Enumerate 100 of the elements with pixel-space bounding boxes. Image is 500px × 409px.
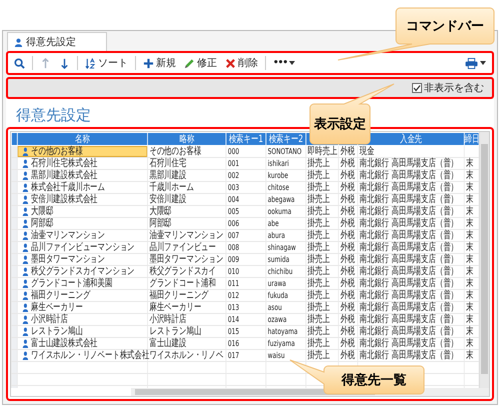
table-cell: 南北銀行 高田馬場支店（普）	[360, 350, 458, 361]
name-cell[interactable]: 油壷マリンマンション	[17, 230, 148, 242]
name-cell[interactable]: 石狩川住宅株式会社	[17, 158, 148, 170]
table-cell: 掛売上	[308, 254, 330, 265]
table-cell: 011	[228, 279, 240, 288]
table-cell: 掛売上	[308, 314, 330, 325]
name-cell[interactable]: 阿部邸	[17, 218, 148, 230]
table-cell: asou	[268, 303, 282, 312]
customer-name: レストラン鳩山	[30, 326, 83, 337]
table-cell: 富士山建設	[149, 338, 186, 349]
table-cell: 003	[228, 183, 240, 192]
table-cell: その他のお客様	[149, 146, 202, 157]
table-cell: waisu	[268, 351, 285, 360]
table-cell: 末	[466, 338, 474, 349]
table-cell: 002	[228, 171, 240, 180]
table-cell: 掛売上	[308, 350, 330, 361]
table-cell: 外税	[340, 266, 356, 277]
customer-name: 阿部邸	[30, 218, 54, 229]
table-cell: 外税	[340, 278, 356, 289]
sort-button[interactable]: ソート	[81, 54, 132, 72]
customer-name: 株式会社千歳川ホーム	[30, 182, 105, 193]
table-cell: 掛売上	[308, 242, 330, 253]
table-cell: 南北銀行 高田馬場支店（普）	[360, 290, 458, 301]
table-cell: 外税	[340, 182, 356, 193]
callout-label: コマンドバー	[405, 18, 485, 36]
name-cell[interactable]: 品川ファインビューマンション	[17, 242, 148, 254]
table-cell: urawa	[268, 279, 286, 288]
table-cell: 南北銀行 高田馬場支店（普）	[360, 278, 458, 289]
table-cell: 000	[228, 147, 240, 156]
name-cell[interactable]: 株式会社千歳川ホーム	[17, 182, 148, 194]
table-cell: ワイスホルン・リノベ	[149, 350, 224, 361]
column-header[interactable]: 略称	[148, 132, 226, 146]
checkbox-label[interactable]: 非表示を含む	[424, 81, 484, 95]
table-cell: 掛売上	[308, 158, 330, 169]
table-cell: 末	[466, 290, 474, 301]
name-cell[interactable]: 富士山建設株式会社	[17, 338, 148, 350]
table-cell: 012	[228, 291, 240, 300]
delete-button[interactable]: 削除	[221, 54, 262, 72]
table-cell: 009	[228, 255, 240, 264]
table-cell: 008	[228, 243, 240, 252]
table-cell: 外税	[340, 218, 356, 229]
table-cell: 掛売上	[308, 266, 330, 277]
table-cell: 即時売上	[308, 146, 338, 157]
table-cell: 末	[466, 254, 474, 265]
customer-name: 墨田タワーマンション	[30, 254, 105, 265]
new-button[interactable]: 新規	[139, 54, 180, 72]
table-cell: 外税	[340, 170, 356, 181]
table-cell: 安倍川建設	[149, 194, 186, 205]
table-cell: 小沢時計店	[149, 314, 186, 325]
table-cell: chitose	[268, 183, 290, 192]
table-cell: 掛売上	[308, 326, 330, 337]
table-cell: 福田クリーニング	[149, 290, 209, 301]
column-header[interactable]: 検索キー2	[266, 132, 306, 146]
customer-name: 油壷マリンマンション	[30, 230, 105, 241]
table-cell: 外税	[340, 242, 356, 253]
name-cell[interactable]: 黒部川建設株式会社	[17, 170, 148, 182]
table-cell: グランドコート浦和	[149, 278, 216, 289]
table-cell: fuziyama	[268, 339, 295, 348]
table-cell: 外税	[340, 194, 356, 205]
table-cell: 外税	[340, 314, 356, 325]
name-cell[interactable]: 大隈邸	[17, 206, 148, 218]
more-button[interactable]: •••	[269, 54, 300, 72]
table-cell: SONOTANO	[268, 147, 302, 156]
page-title: 得意先設定	[16, 106, 91, 125]
name-cell[interactable]: 麻生ベーカリー	[17, 302, 148, 314]
table-cell: 末	[466, 326, 474, 337]
table-cell: 015	[228, 327, 240, 336]
tab[interactable]: 得意先設定	[7, 32, 107, 51]
name-cell[interactable]: その他のお客様	[17, 146, 148, 158]
column-header[interactable]: 検索キー1	[226, 132, 266, 146]
customer-name: 大隈邸	[30, 206, 54, 217]
table-cell: 外税	[340, 326, 356, 337]
table-cell: 末	[466, 302, 474, 313]
customer-name: 品川ファインビューマンション	[30, 242, 135, 253]
table-cell: 外税	[340, 206, 356, 217]
table-cell: 末	[466, 194, 474, 205]
edit-button[interactable]: 修正	[180, 54, 221, 72]
column-header[interactable]: 名称	[17, 132, 148, 146]
name-cell[interactable]: 安倍川建設株式会社	[17, 194, 148, 206]
name-cell[interactable]: 小沢時計店	[17, 314, 148, 326]
customer-name: ワイスホルン・リノベート株式会社	[30, 350, 150, 361]
table-cell: fukuda	[268, 291, 288, 300]
name-cell[interactable]: 秩父グランドスカイマンション	[17, 266, 148, 278]
name-cell[interactable]: ワイスホルン・リノベート株式会社	[17, 350, 148, 362]
column-header[interactable]: 締日	[464, 132, 479, 146]
table-cell: 黒部川建設	[149, 170, 186, 181]
name-cell[interactable]: グランドコート浦和美園	[17, 278, 148, 290]
table-cell: 006	[228, 219, 240, 228]
table-cell: 005	[228, 207, 240, 216]
table-cell: 南北銀行 高田馬場支店（普）	[360, 194, 458, 205]
table-cell: 大隈邸	[149, 206, 172, 217]
table-cell: 南北銀行 高田馬場支店（普）	[360, 218, 458, 229]
name-cell[interactable]: 福田クリーニング	[17, 290, 148, 302]
name-cell[interactable]: 墨田タワーマンション	[17, 254, 148, 266]
table-cell: 麻生ベーカリー	[149, 302, 202, 313]
name-cell[interactable]: レストラン鳩山	[17, 326, 148, 338]
table-cell: 現金	[360, 146, 374, 157]
table-cell: 外税	[340, 290, 356, 301]
table-cell: 南北銀行 高田馬場支店（普）	[360, 242, 458, 253]
customer-name: 福田クリーニング	[30, 290, 90, 301]
